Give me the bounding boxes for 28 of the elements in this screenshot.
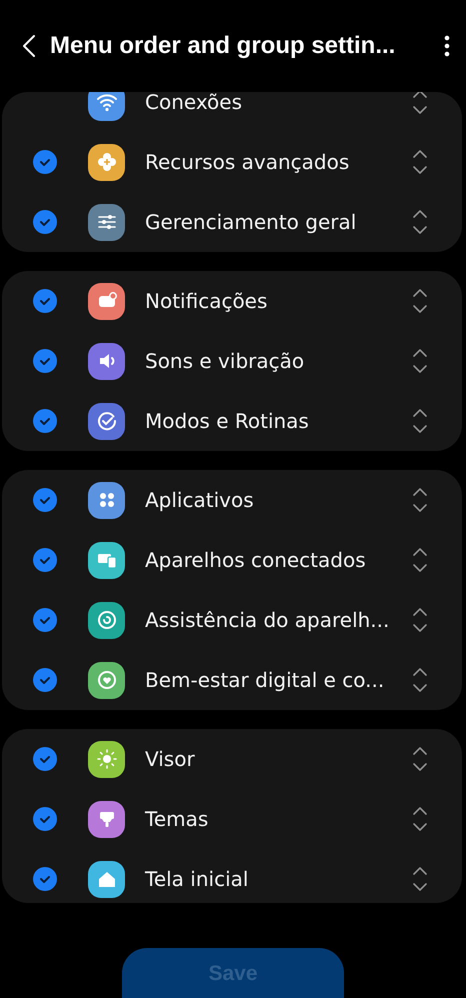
menu-item-label: Notificações [145, 289, 268, 313]
checkbox[interactable] [33, 349, 57, 373]
menu-item-label: Tela inicial [145, 867, 250, 891]
checkbox[interactable] [33, 289, 57, 313]
checkbox[interactable] [33, 210, 57, 234]
menu-item-label: Assistência do aparelh... [145, 608, 390, 632]
checkbox[interactable] [33, 488, 57, 512]
menu-item-label: Sons e vibração [145, 349, 306, 373]
menu-item-label: Recursos avançados [145, 150, 350, 174]
checkbox[interactable] [33, 548, 57, 572]
checkbox[interactable] [33, 608, 57, 632]
more-options-icon[interactable] [444, 35, 450, 57]
menu-item-label: Conexões [145, 92, 244, 114]
menu-item-label: Temas [145, 807, 210, 831]
menu-item-label: Aplicativos [145, 488, 255, 512]
checkbox[interactable] [33, 150, 57, 174]
checkbox[interactable] [33, 807, 57, 831]
menu-item-label: Visor [145, 747, 196, 771]
menu-item-label: Bem-estar digital e co... [145, 668, 386, 692]
menu-item-label: Aparelhos conectados [145, 548, 367, 572]
screen-title: Menu order and group settin... [50, 32, 396, 60]
checkbox[interactable] [33, 668, 57, 692]
checkbox[interactable] [33, 867, 57, 891]
menu-item-label: Gerenciamento geral [145, 210, 358, 234]
checkbox[interactable] [33, 409, 57, 433]
menu-item-label: Modos e Rotinas [145, 409, 310, 433]
checkbox[interactable] [33, 747, 57, 771]
back-icon[interactable] [22, 34, 36, 58]
